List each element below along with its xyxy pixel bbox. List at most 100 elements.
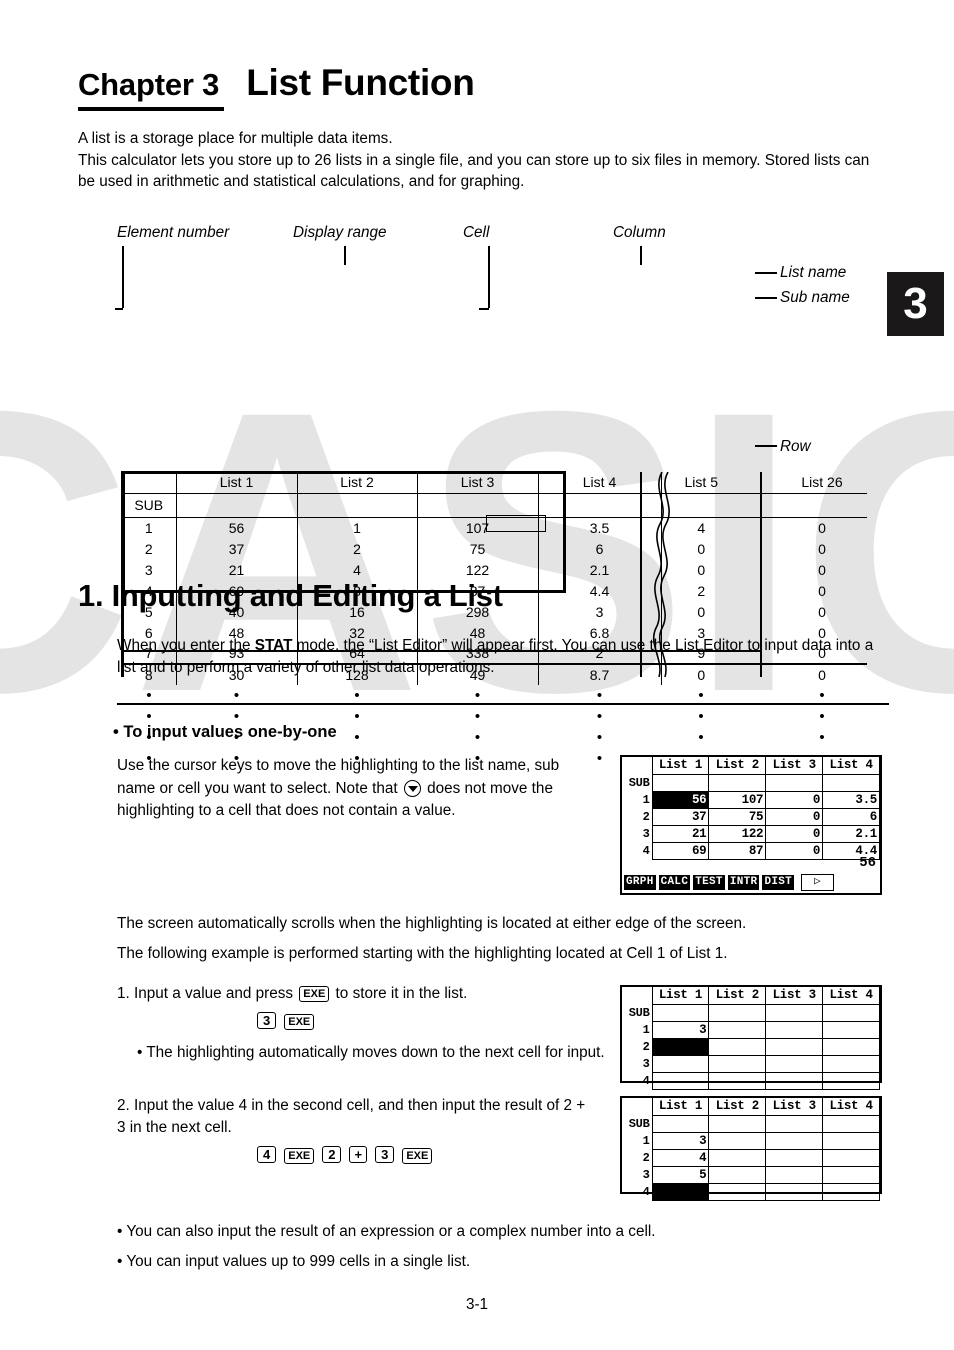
lcd-column-header: List 3 bbox=[765, 1098, 824, 1116]
ellipsis-dot: • bbox=[474, 708, 481, 725]
lcd-row-number: 4 bbox=[622, 1072, 653, 1089]
lcd-cell: 4 bbox=[651, 1148, 710, 1167]
step-1-pre: 1. Input a value and press bbox=[117, 985, 298, 1002]
lcd-cell bbox=[708, 1054, 767, 1073]
sub-name-cell bbox=[537, 493, 662, 518]
row-squiggle-gap bbox=[741, 559, 777, 580]
lcd-cell: 75 bbox=[708, 807, 767, 826]
chapter-label: Chapter 3 bbox=[78, 67, 225, 111]
lcd-menu-item-grph[interactable]: GRPH bbox=[624, 874, 656, 890]
lcd-menu-item-dist[interactable]: DIST bbox=[762, 874, 795, 890]
key-exe-icon: EXE bbox=[402, 1148, 433, 1164]
lcd-cell: 0 bbox=[765, 807, 824, 826]
lcd-cell bbox=[765, 1131, 824, 1150]
lcd-menu-next-arrow-icon[interactable]: ▷ bbox=[801, 873, 834, 891]
lcd-cell bbox=[765, 1037, 824, 1056]
key-exe-icon: EXE bbox=[284, 1148, 315, 1164]
lcd-menu-item-intr[interactable]: INTR bbox=[727, 874, 760, 890]
lcd-row-number: 2 bbox=[622, 808, 653, 825]
lcd-cell: 5 bbox=[651, 1165, 710, 1184]
lcd-cell bbox=[708, 1131, 767, 1150]
lcd-cell bbox=[708, 1148, 767, 1167]
lcd-column-header: List 4 bbox=[822, 987, 880, 1005]
table-cell: 56 bbox=[175, 517, 298, 538]
lcd-cell: 0 bbox=[765, 824, 824, 843]
column-header: List 26 bbox=[777, 472, 867, 494]
intro-paragraph: A list is a storage place for multiple d… bbox=[78, 128, 888, 193]
header-corner bbox=[122, 472, 176, 494]
element-number-cell: 1 bbox=[122, 517, 177, 538]
lcd-cell bbox=[765, 1071, 824, 1090]
table-cell: 0 bbox=[818, 561, 826, 578]
calculator-screen-2: List 1 List 2 List 3 List 4 SUB 1 3 2 3 4 bbox=[620, 985, 882, 1090]
lcd-header-row: List 1 List 2 List 3 List 4 bbox=[622, 987, 880, 1005]
lcd-menu-item-test[interactable]: TEST bbox=[693, 874, 725, 890]
lcd-sub-label: SUB bbox=[622, 1004, 653, 1021]
table-cell: 0 bbox=[818, 519, 826, 536]
horizontal-rule bbox=[117, 703, 889, 706]
callout-column: Column bbox=[613, 224, 666, 241]
lcd-column-header: List 1 bbox=[651, 987, 710, 1005]
lcd-sub-cell bbox=[765, 1114, 824, 1133]
leader-column bbox=[640, 246, 642, 265]
exe-key-icon: EXE bbox=[299, 986, 330, 1002]
table-cell: 2 bbox=[296, 538, 418, 559]
lcd-cell: 56 bbox=[651, 790, 710, 809]
lcd-header-corner bbox=[622, 987, 652, 1004]
intro-line: A list is a storage place for multiple d… bbox=[78, 130, 393, 147]
ellipsis-dot: • bbox=[819, 708, 825, 725]
lcd-header-corner bbox=[622, 757, 652, 774]
lcd-row: 2 bbox=[622, 1037, 880, 1056]
lcd-sub-cell bbox=[822, 773, 880, 792]
lcd-cell bbox=[765, 1148, 824, 1167]
lcd-cell bbox=[708, 1020, 767, 1039]
bullet-999-cells: • You can input values up to 999 cells i… bbox=[117, 1253, 471, 1270]
lcd-cell: 21 bbox=[651, 824, 710, 843]
step-1-key-sequence: 3 EXE bbox=[255, 1012, 320, 1031]
calculator-screen-1: List 1 List 2 List 3 List 4 SUB 1 56 107 0 3.5 2 37… bbox=[620, 755, 882, 895]
lcd-sub-label: SUB bbox=[622, 1115, 653, 1132]
table-cell: 1 bbox=[296, 517, 418, 538]
leader-display-range bbox=[344, 246, 346, 265]
step-1-text: 1. Input a value and press EXE to store … bbox=[117, 983, 617, 1005]
lcd-cell: 69 bbox=[651, 841, 710, 860]
column-header: List 3 bbox=[416, 472, 539, 494]
element-number-cell: 3 bbox=[122, 559, 177, 580]
lcd-cell bbox=[822, 1148, 880, 1167]
lcd-cell bbox=[822, 1054, 880, 1073]
callout-row: Row bbox=[780, 438, 811, 455]
lcd-cell: 87 bbox=[708, 841, 767, 860]
section-body: When you enter the STAT mode, the “List … bbox=[117, 635, 889, 679]
lcd-row: 4 bbox=[622, 1182, 880, 1201]
lcd-row: 4 bbox=[622, 1071, 880, 1090]
table-cell: 3.5 bbox=[537, 517, 662, 538]
lcd-header-corner bbox=[622, 1098, 652, 1115]
step-1-bullet: • The highlighting automatically moves d… bbox=[137, 1044, 605, 1061]
lcd-cell bbox=[822, 1131, 880, 1150]
lcd-row-number: 1 bbox=[622, 1132, 653, 1149]
lcd-menu-item-calc[interactable]: CALC bbox=[658, 874, 691, 890]
lcd-header-row: List 1 List 2 List 3 List 4 bbox=[622, 1098, 880, 1116]
section-body-pre: When you enter the bbox=[117, 637, 255, 654]
lcd-cell: 0 bbox=[765, 790, 824, 809]
lcd-cell bbox=[651, 1071, 710, 1090]
lcd-sub-cell bbox=[708, 1003, 767, 1022]
row-squiggle-gap bbox=[741, 538, 777, 559]
row-squiggle-gap bbox=[741, 580, 777, 601]
lcd-cell: 122 bbox=[708, 824, 767, 843]
lcd-sub-label: SUB bbox=[622, 774, 653, 791]
lcd-cell bbox=[708, 1165, 767, 1184]
ellipsis-dot: • bbox=[596, 729, 603, 746]
lcd-column-header: List 1 bbox=[651, 1098, 710, 1116]
lcd-cell bbox=[708, 1037, 767, 1056]
ellipsis-squiggle-gap bbox=[741, 727, 777, 748]
table-cell: 2.1 bbox=[537, 559, 662, 580]
intro-line: This calculator lets you store up to 26 … bbox=[78, 151, 870, 191]
table-cell: 122 bbox=[416, 559, 539, 580]
leader-cell bbox=[488, 246, 490, 308]
lcd-column-header: List 1 bbox=[651, 757, 710, 775]
table-cell: 37 bbox=[175, 538, 298, 559]
lcd-row: 1 56 107 0 3.5 bbox=[622, 790, 880, 809]
lcd-row: 3 21 122 0 2.1 bbox=[622, 824, 880, 843]
section-heading: 1. Inputting and Editing a List bbox=[78, 578, 503, 613]
